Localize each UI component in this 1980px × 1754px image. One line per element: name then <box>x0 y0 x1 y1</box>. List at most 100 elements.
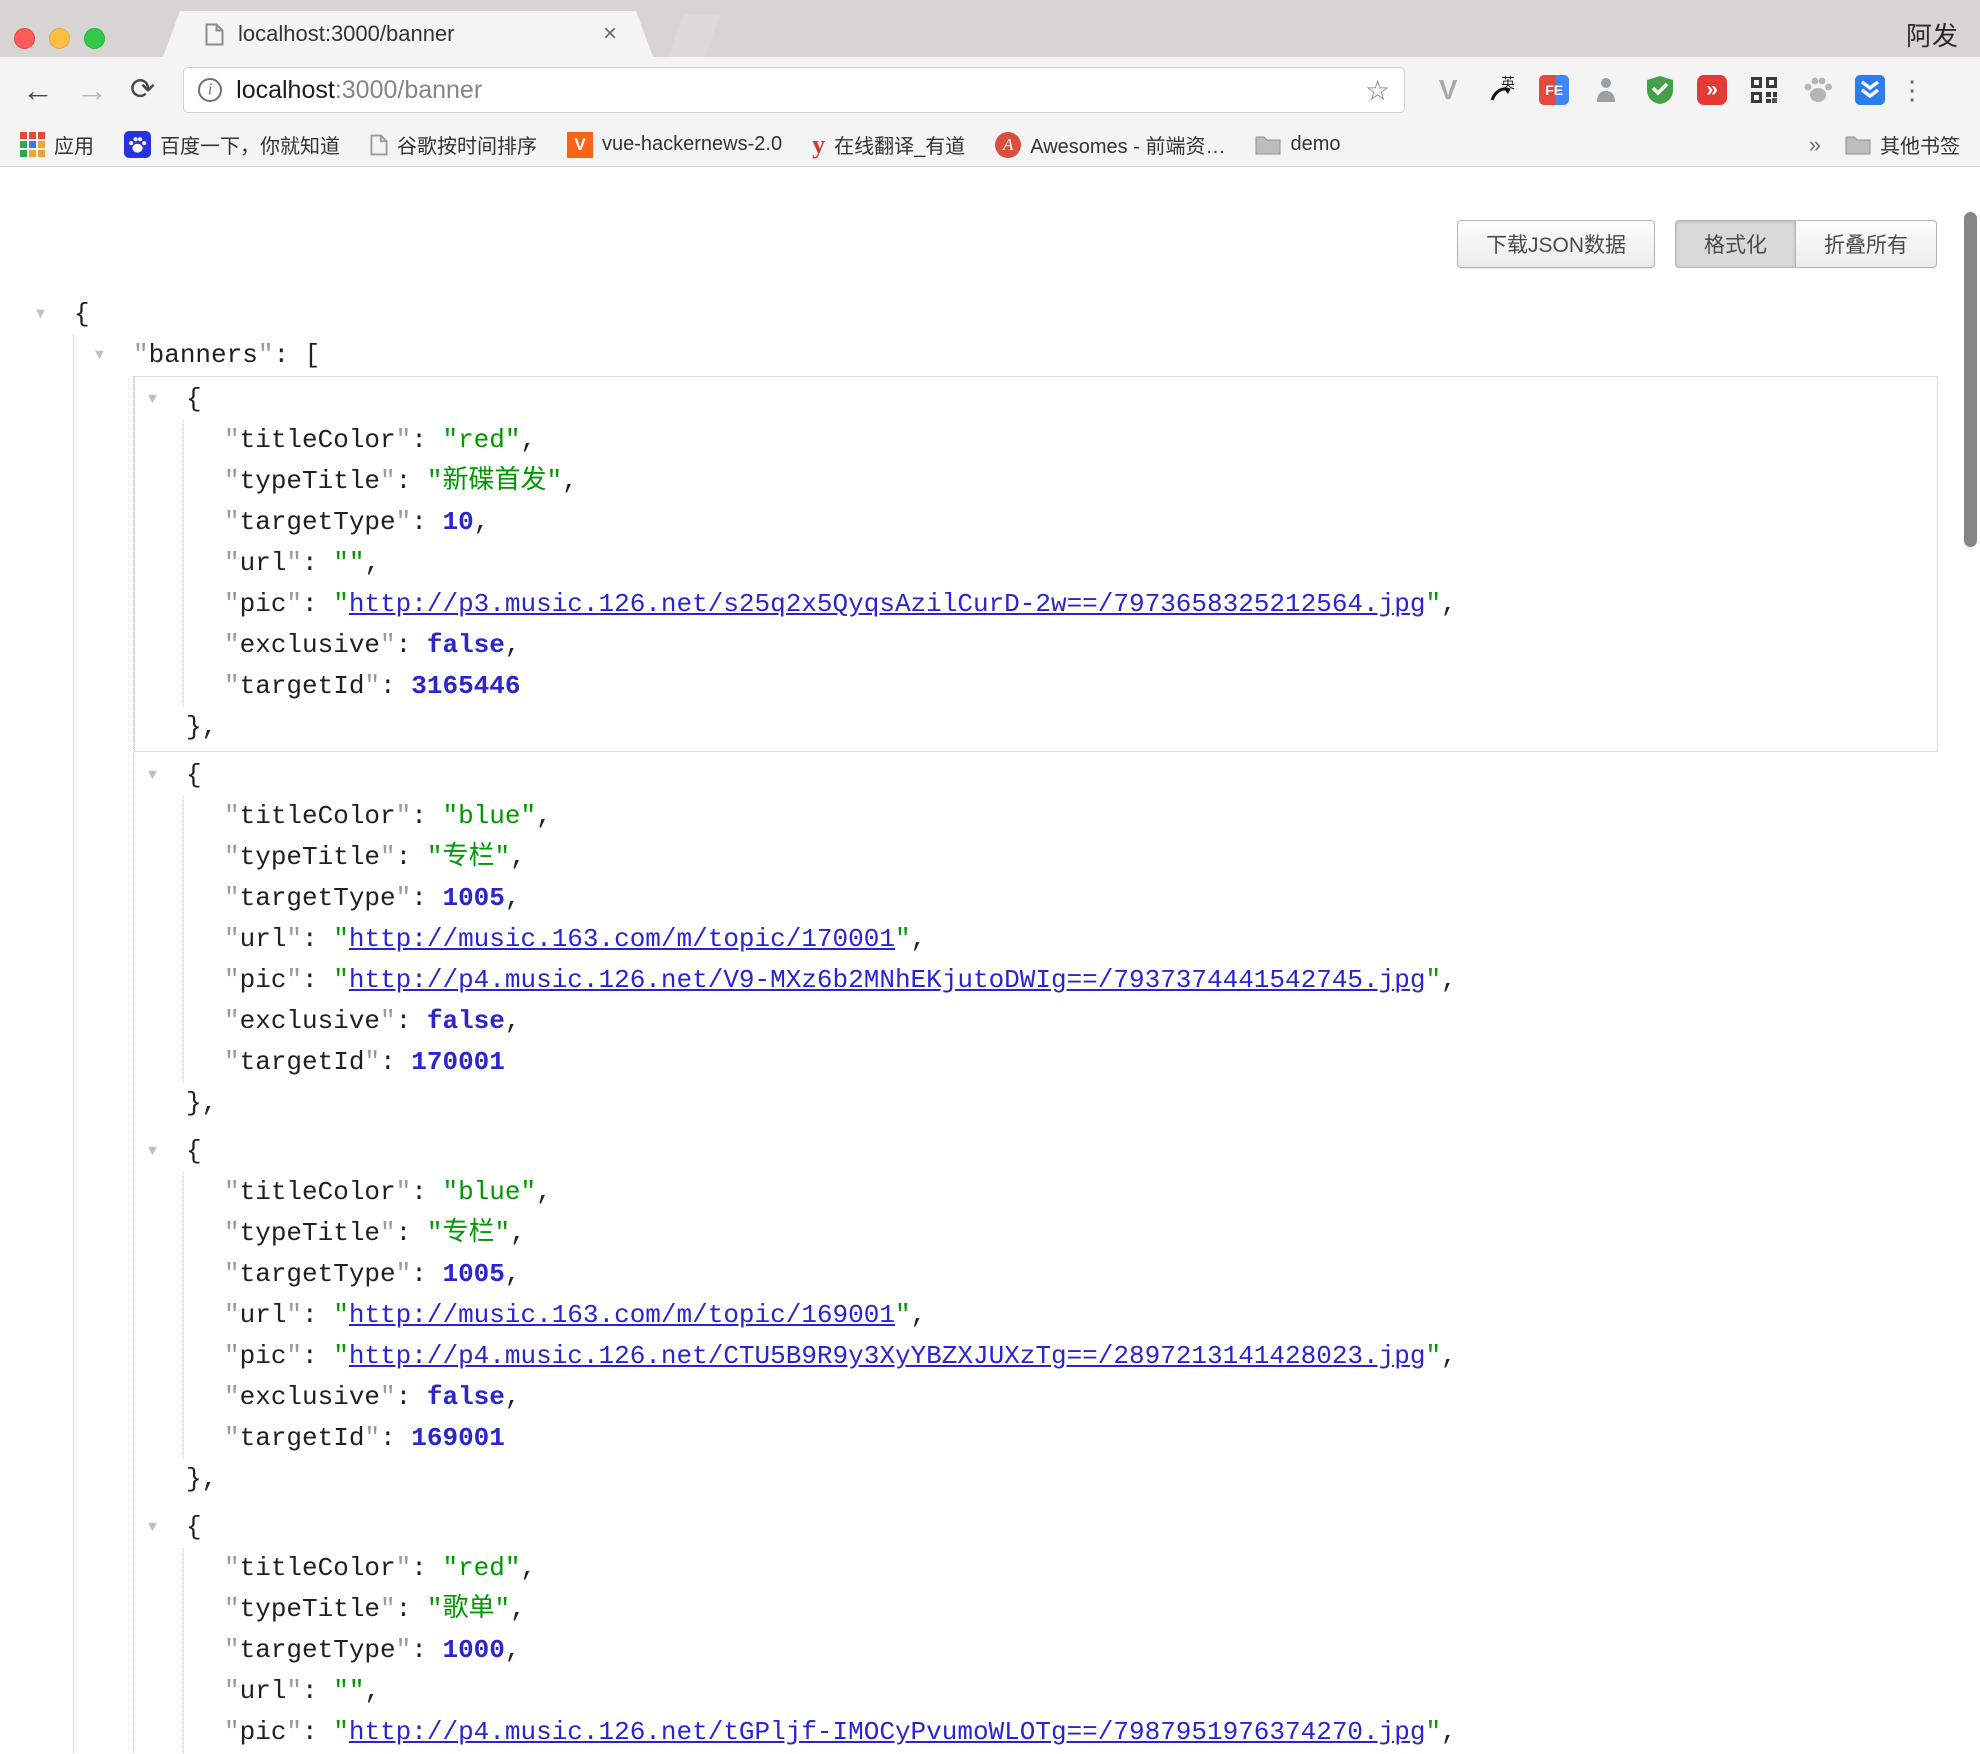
close-window-button[interactable] <box>14 28 35 49</box>
json-token: : <box>411 1553 442 1583</box>
back-icon[interactable]: ← <box>22 74 54 106</box>
fe-helper-icon[interactable]: FE <box>1539 75 1569 105</box>
page-info-icon[interactable]: i <box>198 78 222 102</box>
json-token: : <box>411 1177 442 1207</box>
baidu-paw-icon <box>124 131 151 158</box>
qr-code-icon[interactable] <box>1747 73 1781 107</box>
bookmark-youdao[interactable]: y 在线翻译_有道 <box>812 130 965 160</box>
collapse-toggle-icon[interactable]: ▼ <box>148 755 186 796</box>
collapse-toggle-icon[interactable]: ▼ <box>148 379 186 420</box>
json-token: " <box>224 1218 240 1248</box>
browser-toolbar: ← → ⟳ i localhost:3000/banner ☆ V 英 FE <box>0 57 1980 123</box>
json-token: " <box>380 1218 396 1248</box>
json-token: , <box>505 1006 521 1036</box>
json-token: " <box>333 924 349 954</box>
reload-icon[interactable]: ⟳ <box>130 75 155 105</box>
collapse-toggle-icon[interactable]: ▼ <box>148 1131 186 1172</box>
bookmark-apps[interactable]: 应用 <box>20 130 94 159</box>
vue-devtools-icon[interactable]: V <box>1431 73 1465 107</box>
json-line: ▼{ <box>148 379 1937 420</box>
json-value-string: "新碟首发" <box>427 466 562 496</box>
folder-icon <box>1845 134 1871 155</box>
json-key: targetType <box>240 507 396 537</box>
json-token: : <box>411 1259 442 1289</box>
collapse-all-button[interactable]: 折叠所有 <box>1796 220 1937 268</box>
json-key: exclusive <box>240 630 380 660</box>
json-token: { <box>186 1136 202 1166</box>
minimize-window-button[interactable] <box>49 28 70 49</box>
json-token: " <box>286 1676 302 1706</box>
json-token: : <box>396 1218 427 1248</box>
json-token: " <box>380 1382 396 1412</box>
json-value-number: 1005 <box>442 1259 504 1289</box>
person-icon[interactable] <box>1589 73 1623 107</box>
bookmark-folder-demo[interactable]: demo <box>1255 133 1340 156</box>
json-token: : <box>302 1676 333 1706</box>
bookmark-star-icon[interactable]: ☆ <box>1365 74 1390 107</box>
browser-tab[interactable]: localhost:3000/banner × <box>163 11 653 57</box>
json-line: "targetType": 1005, <box>224 1254 1937 1295</box>
json-line: "titleColor": "red", <box>224 1548 1937 1589</box>
browser-menu-icon[interactable]: ⋮ <box>1899 75 1925 106</box>
json-line: }, <box>148 1459 1937 1500</box>
page-content: 下载JSON数据 格式化 折叠所有 ▼{ ▼"banners": [ ▼{"ti… <box>0 167 1980 1754</box>
json-line: "targetId": 3165446 <box>224 666 1937 707</box>
download-json-button[interactable]: 下载JSON数据 <box>1457 220 1655 268</box>
json-link[interactable]: http://p4.music.126.net/V9-MXz6b2MNhEKju… <box>349 965 1426 995</box>
green-shield-icon[interactable] <box>1643 73 1677 107</box>
json-link[interactable]: http://music.163.com/m/topic/169001 <box>349 1300 895 1330</box>
json-token: " <box>224 1676 240 1706</box>
collapse-toggle-icon[interactable]: ▼ <box>36 294 74 335</box>
paw-icon[interactable] <box>1801 73 1835 107</box>
json-token: " <box>333 1300 349 1330</box>
json-token: " <box>396 1177 412 1207</box>
json-link[interactable]: http://p4.music.126.net/CTU5B9R9y3XyYBZX… <box>349 1341 1426 1371</box>
address-bar[interactable]: i localhost:3000/banner ☆ <box>183 67 1405 113</box>
json-token: , <box>536 801 552 831</box>
json-token: : <box>411 1635 442 1665</box>
json-token: " <box>224 1382 240 1412</box>
blue-shield-icon[interactable] <box>1855 75 1885 105</box>
bookmark-baidu[interactable]: 百度一下，你就知道 <box>124 130 340 159</box>
json-token: " <box>224 507 240 537</box>
vertical-scrollbar[interactable] <box>1964 212 1977 547</box>
tab-close-icon[interactable]: × <box>597 20 623 48</box>
json-token: : <box>411 883 442 913</box>
json-token: : <box>396 842 427 872</box>
bookmark-awesomes[interactable]: A Awesomes - 前端资… <box>995 130 1225 159</box>
json-token: " <box>380 842 396 872</box>
browser-profile-name[interactable]: 阿发 <box>1906 16 1958 53</box>
json-value-string: "red" <box>442 425 520 455</box>
json-value-string: "专栏" <box>427 842 510 872</box>
collapse-toggle-icon[interactable]: ▼ <box>148 1507 186 1548</box>
awesomes-a-icon: A <box>995 132 1021 158</box>
json-value-number: 170001 <box>411 1047 505 1077</box>
bookmarks-overflow-icon[interactable]: » <box>1809 132 1821 158</box>
youdao-translate-icon[interactable]: 英 <box>1485 73 1519 107</box>
collapse-toggle-icon[interactable]: ▼ <box>95 335 133 376</box>
json-tree: ▼{ ▼"banners": [ ▼{"titleColor": "red","… <box>0 294 1980 1754</box>
bookmark-vue-hackernews[interactable]: V vue-hackernews-2.0 <box>567 132 782 158</box>
json-token: " <box>380 466 396 496</box>
json-link[interactable]: http://music.163.com/m/topic/170001 <box>349 924 895 954</box>
json-token: }, <box>186 1088 217 1118</box>
json-value-string: "" <box>333 548 364 578</box>
bookmark-google-sort[interactable]: 谷歌按时间排序 <box>370 130 537 159</box>
json-token: : <box>396 630 427 660</box>
url-text[interactable]: localhost:3000/banner <box>236 76 1365 105</box>
json-link[interactable]: http://p4.music.126.net/tGPljf-IMOCyPvum… <box>349 1717 1426 1747</box>
format-button[interactable]: 格式化 <box>1675 220 1796 268</box>
json-token: " <box>286 1341 302 1371</box>
json-line: }, <box>148 1083 1937 1124</box>
maximize-window-button[interactable] <box>84 28 105 49</box>
json-line: "typeTitle": "专栏", <box>224 1213 1937 1254</box>
other-bookmarks-folder[interactable]: 其他书签 <box>1845 130 1960 159</box>
new-tab-button[interactable] <box>668 14 720 57</box>
json-token: " <box>224 842 240 872</box>
json-token: : <box>302 589 333 619</box>
json-token: " <box>333 1341 349 1371</box>
json-token: , <box>911 924 927 954</box>
json-link[interactable]: http://p3.music.126.net/s25q2x5QyqsAzilC… <box>349 589 1426 619</box>
json-token: : <box>396 1382 427 1412</box>
fast-forward-icon[interactable]: » <box>1697 75 1727 105</box>
